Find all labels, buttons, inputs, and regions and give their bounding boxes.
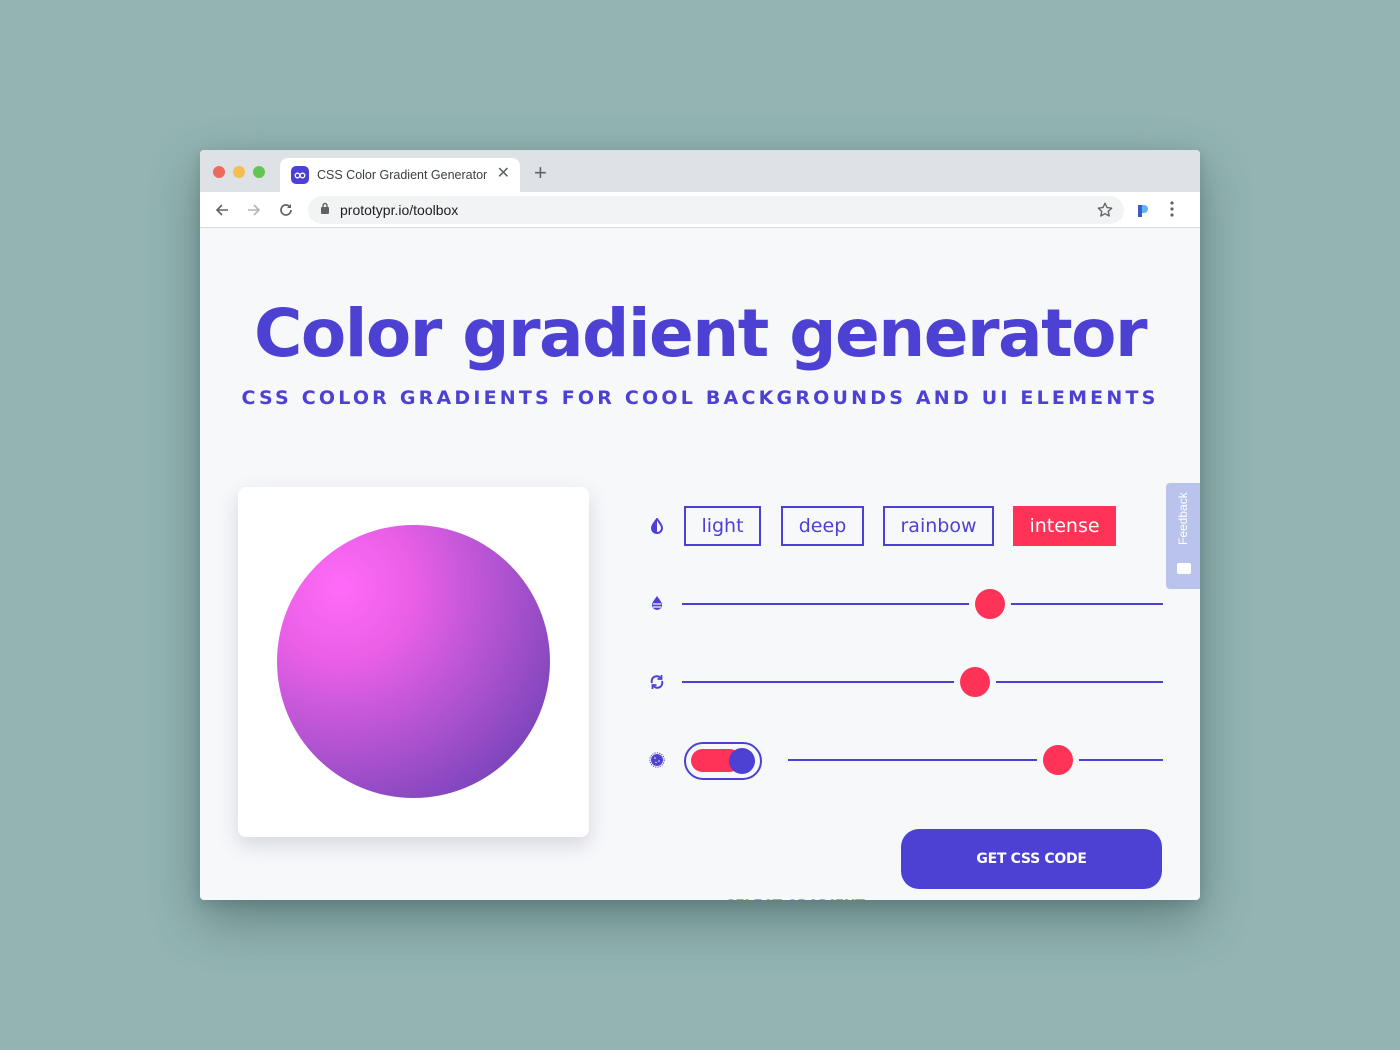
rotate-icon xyxy=(648,673,666,691)
page-content: Color gradient generator CSS COLOR GRADI… xyxy=(200,229,1200,900)
prototypr-extension-icon[interactable] xyxy=(1136,202,1150,223)
chip-light[interactable]: light xyxy=(684,506,761,546)
feedback-label: Feedback xyxy=(1176,492,1190,545)
gradient-preview-circle xyxy=(277,525,550,798)
chip-intense[interactable]: intense xyxy=(1013,506,1116,546)
browser-tab[interactable]: CSS Color Gradient Generator ✕ xyxy=(280,158,520,192)
slider-track xyxy=(788,759,1163,761)
chip-rainbow[interactable]: rainbow xyxy=(883,506,994,546)
forward-arrow-icon[interactable] xyxy=(242,198,266,222)
tab-strip: CSS Color Gradient Generator ✕ + xyxy=(200,150,1200,192)
feedback-tab[interactable]: Feedback xyxy=(1166,483,1200,589)
noise-toggle[interactable] xyxy=(684,742,762,780)
drop-half-icon xyxy=(648,517,666,535)
browser-window: CSS Color Gradient Generator ✕ + prototy… xyxy=(200,150,1200,900)
back-arrow-icon[interactable] xyxy=(210,198,234,222)
rotation-slider[interactable] xyxy=(682,667,1163,697)
feedback-chat-icon xyxy=(1177,563,1191,574)
get-css-code-button[interactable]: GET CSS CODE xyxy=(901,829,1162,889)
tab-title: CSS Color Gradient Generator xyxy=(317,168,488,182)
gradient-preview-card xyxy=(238,487,589,837)
slider-track xyxy=(682,681,1163,683)
slider-thumb[interactable] xyxy=(960,667,991,697)
toggle-knob xyxy=(729,748,755,774)
slider-thumb[interactable] xyxy=(974,589,1005,619)
chip-deep[interactable]: deep xyxy=(781,506,864,546)
page-subtitle: CSS COLOR GRADIENTS FOR COOL BACKGROUNDS… xyxy=(241,387,1159,409)
address-bar[interactable]: prototypr.io/toolbox xyxy=(308,196,1124,224)
lock-icon xyxy=(320,201,330,219)
close-window-button[interactable] xyxy=(213,166,225,178)
drop-level-icon xyxy=(648,594,666,612)
url-text: prototypr.io/toolbox xyxy=(340,202,459,218)
slider-track xyxy=(682,603,1163,605)
reload-icon[interactable] xyxy=(274,198,298,222)
page-title: Color gradient generator xyxy=(253,295,1148,372)
browser-toolbar: prototypr.io/toolbox xyxy=(200,192,1200,228)
prototypr-favicon-icon xyxy=(291,166,309,184)
slider-thumb[interactable] xyxy=(1043,745,1073,775)
maximize-window-button[interactable] xyxy=(253,166,265,178)
more-vert-icon[interactable] xyxy=(1170,201,1174,222)
noise-slider[interactable] xyxy=(788,745,1163,775)
noise-icon xyxy=(648,751,666,769)
new-tab-button[interactable]: + xyxy=(534,161,547,185)
close-tab-icon[interactable]: ✕ xyxy=(497,165,510,183)
saturation-slider[interactable] xyxy=(682,589,1163,619)
star-icon[interactable] xyxy=(1096,201,1114,224)
minimize-window-button[interactable] xyxy=(233,166,245,178)
select-gradient-button[interactable]: SELECT GRADIENT xyxy=(710,898,880,900)
